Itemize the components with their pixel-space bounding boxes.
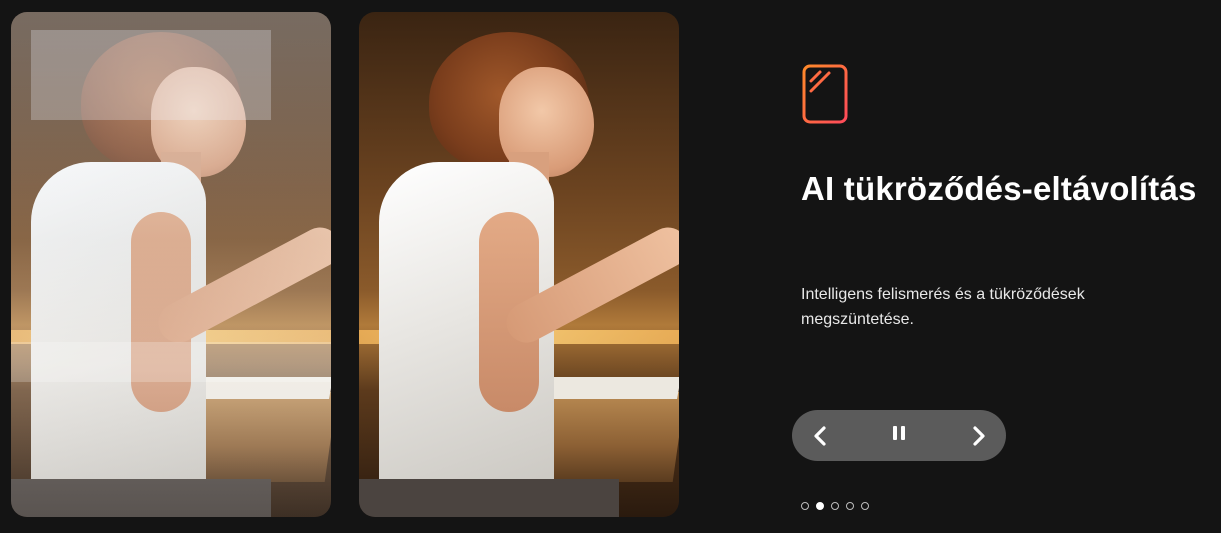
pagination-dot-5[interactable] — [861, 502, 869, 510]
glass-reflection-overlay — [11, 12, 331, 517]
pants — [359, 479, 619, 517]
next-button[interactable] — [953, 410, 1005, 461]
after-image — [359, 12, 679, 517]
pagination-dot-4[interactable] — [846, 502, 854, 510]
pause-icon — [891, 426, 907, 445]
reflection-glass-icon — [802, 64, 848, 124]
pagination-dots — [801, 502, 869, 510]
chevron-left-icon — [814, 425, 826, 446]
chevron-right-icon — [973, 425, 985, 446]
pause-button[interactable] — [873, 410, 925, 461]
previous-button[interactable] — [794, 410, 846, 461]
pagination-dot-1[interactable] — [801, 502, 809, 510]
before-image — [11, 12, 331, 517]
carousel-controls — [792, 410, 1006, 461]
feature-description: Intelligens felismerés és a tükröződések… — [801, 286, 1085, 328]
pagination-dot-2[interactable] — [816, 502, 824, 510]
pagination-dot-3[interactable] — [831, 502, 839, 510]
paper — [537, 377, 679, 399]
feature-title: AI tükröződés-eltávolítás — [801, 170, 1197, 207]
